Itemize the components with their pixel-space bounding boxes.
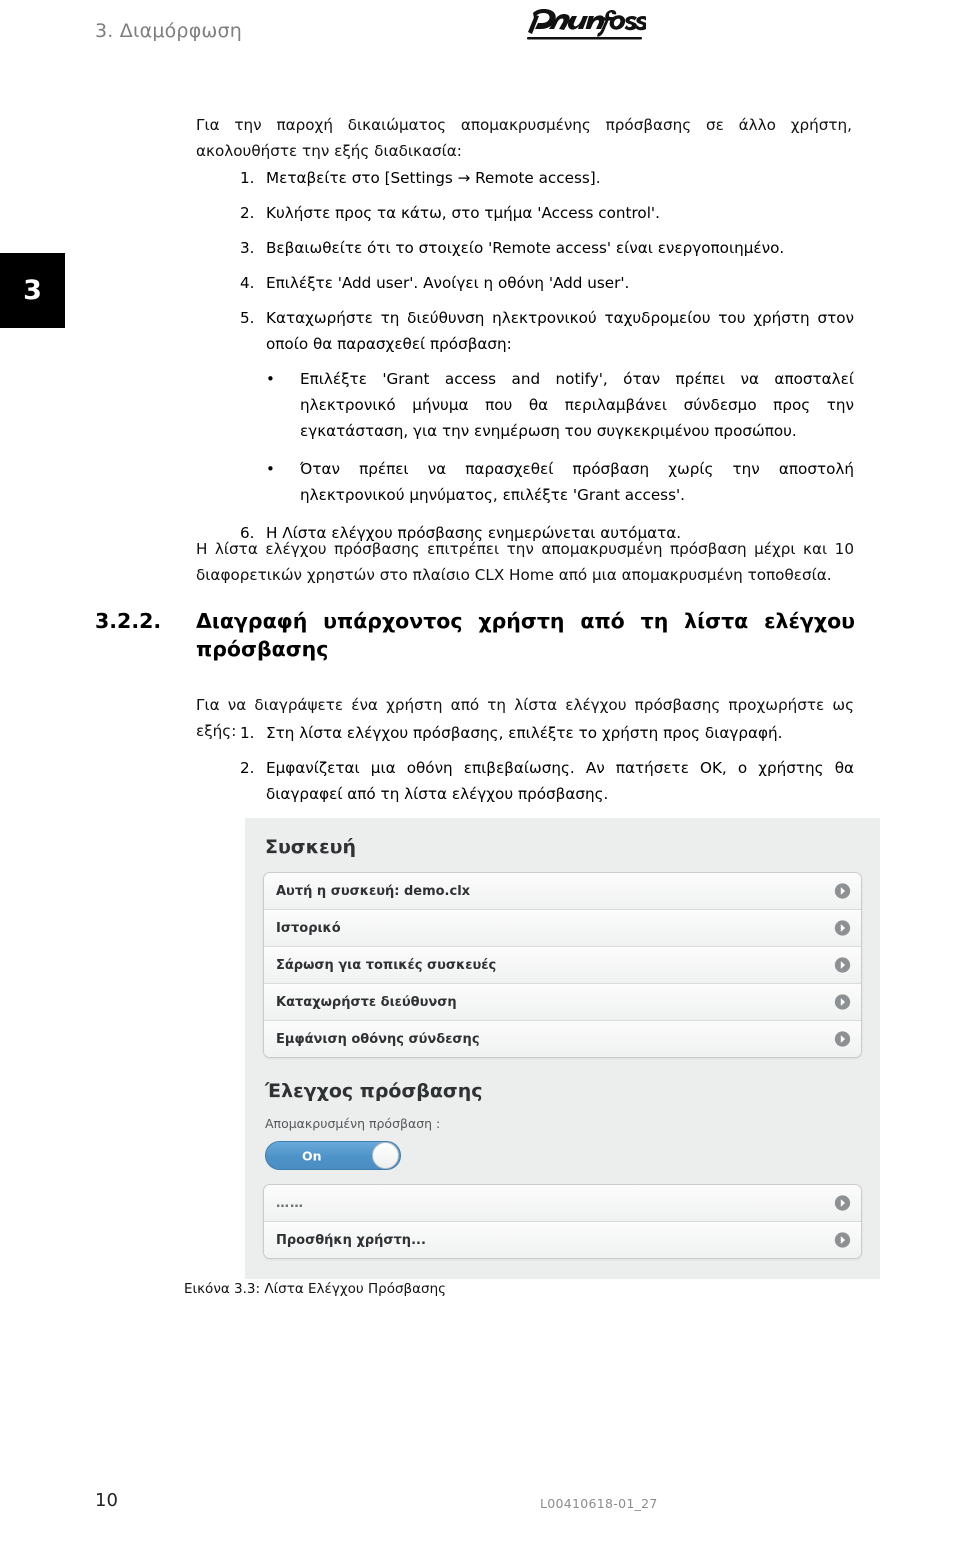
device-section-title: Συσκευή — [265, 836, 357, 858]
toggle-state-label: On — [302, 1148, 322, 1163]
step-number: 3. — [240, 239, 255, 257]
chapter-tab: 3 — [0, 253, 65, 328]
figure-access-control-screenshot: Συσκευή Αυτή η συσκευή: demo.clx Ιστορικ… — [245, 818, 880, 1279]
page-header: 3. Διαμόρφωση — [0, 0, 960, 62]
bullet-marker: • — [266, 460, 275, 478]
device-list-card: Αυτή η συσκευή: demo.clx Ιστορικό Σάρωση… — [263, 872, 862, 1058]
chevron-right-icon[interactable] — [834, 957, 851, 974]
list-item: 3. Βεβαιωθείτε ότι το στοιχείο 'Remote a… — [196, 235, 854, 261]
chevron-right-icon[interactable] — [834, 920, 851, 937]
access-control-section-title: Έλεγχος πρόσβασης — [265, 1080, 483, 1102]
chevron-right-icon[interactable] — [834, 1195, 851, 1212]
device-row-history[interactable]: Ιστορικό — [264, 910, 861, 947]
footer-page-number: 10 — [95, 1490, 118, 1511]
step-number: 1. — [240, 169, 255, 187]
list-item: 4. Επιλέξτε 'Add user'. Ανοίγει η οθόνη … — [196, 270, 854, 296]
step-number: 4. — [240, 274, 255, 292]
device-row-label: Καταχωρήστε διεύθυνση — [276, 994, 457, 1010]
device-row-scan-local[interactable]: Σάρωση για τοπικές συσκευές — [264, 947, 861, 984]
list-item: • Επιλέξτε 'Grant access and notify', ότ… — [266, 366, 854, 444]
remote-access-toggle[interactable]: On — [265, 1141, 401, 1170]
device-row-show-login[interactable]: Εμφάνιση οθόνης σύνδεσης — [264, 1021, 861, 1057]
step-text: Στη λίστα ελέγχου πρόσβασης, επιλέξτε το… — [266, 724, 783, 742]
device-row-label: Αυτή η συσκευή: demo.clx — [276, 883, 471, 899]
bullet-text: Όταν πρέπει να παρασχεθεί πρόσβαση χωρίς… — [300, 460, 854, 504]
step-text: Κυλήστε προς τα κάτω, στο τμήμα 'Access … — [266, 204, 660, 222]
access-row-user[interactable]: …… — [264, 1185, 861, 1222]
access-row-label: …… — [276, 1195, 304, 1211]
footer-document-code: L00410618-01_27 — [540, 1496, 658, 1511]
chevron-right-icon[interactable] — [834, 1031, 851, 1048]
chevron-right-icon[interactable] — [834, 1232, 851, 1249]
device-row-label: Εμφάνιση οθόνης σύνδεσης — [276, 1031, 480, 1047]
step-number: 5. — [240, 309, 255, 327]
note-paragraph: Η λίστα ελέγχου πρόσβασης επιτρέπει την … — [196, 540, 854, 584]
list-item: 1. Στη λίστα ελέγχου πρόσβασης, επιλέξτε… — [196, 720, 854, 746]
access-row-label: Προσθήκη χρήστη... — [276, 1232, 426, 1248]
bullet-marker: • — [266, 370, 275, 388]
chevron-right-icon[interactable] — [834, 994, 851, 1011]
danfoss-logo — [524, 6, 648, 50]
remote-access-label: Απομακρυσμένη πρόσβαση : — [265, 1116, 441, 1131]
step-text: Βεβαιωθείτε ότι το στοιχείο 'Remote acce… — [266, 239, 785, 257]
bullet-list: • Επιλέξτε 'Grant access and notify', ότ… — [196, 366, 854, 508]
chapter-heading: 3. Διαμόρφωση — [95, 20, 243, 42]
list-item: 1. Μεταβείτε στο [Settings → Remote acce… — [196, 165, 854, 191]
delete-user-step-list: 1. Στη λίστα ελέγχου πρόσβασης, επιλέξτε… — [196, 720, 854, 816]
step-text: Καταχωρήστε τη διεύθυνση ηλεκτρονικού τα… — [266, 309, 854, 353]
chevron-right-icon[interactable] — [834, 883, 851, 900]
step-number: 1. — [240, 724, 255, 742]
list-item: 2. Κυλήστε προς τα κάτω, στο τμήμα 'Acce… — [196, 200, 854, 226]
step-text: Μεταβείτε στο [Settings → Remote access]… — [266, 169, 601, 187]
procedure-step-list: 1. Μεταβείτε στο [Settings → Remote acce… — [196, 165, 854, 555]
device-row-enter-address[interactable]: Καταχωρήστε διεύθυνση — [264, 984, 861, 1021]
step-text: Επιλέξτε 'Add user'. Ανοίγει η οθόνη 'Ad… — [266, 274, 630, 292]
page-title: Διαγραφή υπάρχοντος χρήστη από τη λίστα … — [196, 609, 855, 661]
step-text: Εμφανίζεται μια οθόνη επιβεβαίωσης. Αν π… — [266, 759, 854, 803]
list-item: 2. Εμφανίζεται μια οθόνη επιβεβαίωσης. Α… — [196, 755, 854, 807]
device-row-this-device[interactable]: Αυτή η συσκευή: demo.clx — [264, 873, 861, 910]
bullet-text: Επιλέξτε 'Grant access and notify', όταν… — [300, 370, 854, 440]
step-number: 2. — [240, 204, 255, 222]
list-item: • Όταν πρέπει να παρασχεθεί πρόσβαση χωρ… — [266, 456, 854, 508]
section-number: 3.2.2. — [95, 609, 162, 633]
toggle-knob[interactable] — [372, 1142, 399, 1169]
step-number: 2. — [240, 759, 255, 777]
device-row-label: Σάρωση για τοπικές συσκευές — [276, 957, 497, 973]
device-row-label: Ιστορικό — [276, 920, 341, 936]
figure-caption: Εικόνα 3.3: Λίστα Ελέγχου Πρόσβασης — [184, 1281, 447, 1297]
section-heading: 3.2.2. Διαγραφή υπάρχοντος χρήστη από τη… — [95, 607, 855, 663]
access-row-add-user[interactable]: Προσθήκη χρήστη... — [264, 1222, 861, 1258]
list-item: 5. Καταχωρήστε τη διεύθυνση ηλεκτρονικού… — [196, 305, 854, 357]
intro-paragraph: Για την παροχή δικαιώματος απομακρυσμένη… — [196, 116, 852, 160]
access-list-card: …… Προσθήκη χρήστη... — [263, 1184, 862, 1259]
